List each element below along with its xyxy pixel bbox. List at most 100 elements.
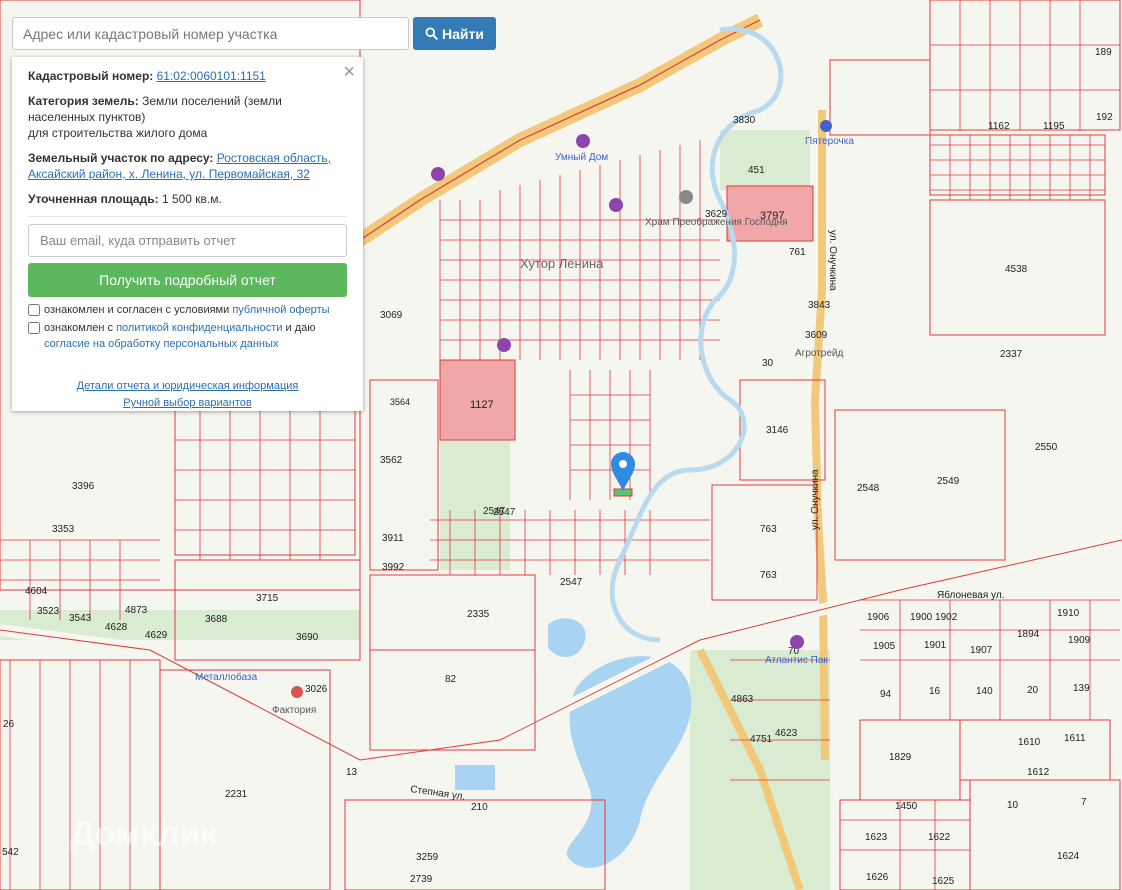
svg-text:3690: 3690 [296,632,319,643]
area-label: Уточненная площадь: [28,192,159,206]
category-use: для строительства жилого дома [28,126,208,140]
search-button[interactable]: Найти [413,17,496,50]
svg-text:1625: 1625 [932,876,955,887]
svg-text:1910: 1910 [1057,608,1080,619]
consent-privacy-checkbox[interactable] [28,322,40,334]
svg-text:2337: 2337 [1000,349,1023,360]
church-icon [679,190,693,204]
svg-text:451: 451 [748,165,765,176]
area-row: Уточненная площадь: 1 500 кв.м. [28,191,347,207]
panel-links: Детали отчета и юридическая информация Р… [28,378,347,412]
store-icon [790,635,804,649]
consent-offer-text: ознакомлен и согласен с условиями [44,304,230,316]
offer-link[interactable]: публичной оферты [232,304,329,316]
svg-text:1624: 1624 [1057,851,1080,862]
svg-text:4863: 4863 [731,694,754,705]
svg-text:4538: 4538 [1005,264,1028,275]
svg-text:1907: 1907 [970,645,993,656]
get-report-button[interactable]: Получить подробный отчет [28,263,347,297]
cadastral-label: Кадастровый номер: [28,69,154,83]
email-field[interactable] [28,224,347,257]
settlement-label: Хутор Ленина [520,256,604,271]
svg-text:4628: 4628 [105,622,128,633]
shop-icon-3 [497,338,511,352]
details-link[interactable]: Детали отчета и юридическая информация [77,380,299,392]
consent-offer: ознакомлен и согласен с условиями публич… [28,302,347,318]
svg-text:2547: 2547 [483,506,506,517]
poi-agrotrade: Агротрейд [795,348,844,359]
manual-choice-link[interactable]: Ручной выбор вариантов [123,397,251,409]
svg-text:2550: 2550 [1035,442,1058,453]
svg-text:4873: 4873 [125,605,148,616]
svg-text:4751: 4751 [750,734,773,745]
svg-text:1626: 1626 [866,872,889,883]
personal-data-link[interactable]: согласие на обработку персональных данны… [44,338,278,350]
svg-text:3629: 3629 [705,209,728,220]
svg-text:26: 26 [3,719,15,730]
cadastral-row: Кадастровый номер: 61:02:0060101:1151 [28,68,347,84]
area-value: 1 500 кв.м. [161,192,222,206]
svg-text:3396: 3396 [72,481,95,492]
svg-text:4623: 4623 [775,728,798,739]
svg-text:1905: 1905 [873,641,896,652]
category-row: Категория земель: Земли поселений (земли… [28,93,347,141]
svg-text:10: 10 [1007,800,1019,811]
svg-text:3026: 3026 [305,684,328,695]
consent-privacy-text2: и даю [285,322,316,334]
svg-text:1909: 1909 [1068,635,1091,646]
svg-text:2549: 2549 [937,476,960,487]
street-onuchkina-2: ул. Онучкина [827,230,838,291]
close-icon[interactable]: × [343,62,355,82]
svg-text:192: 192 [1096,112,1113,123]
svg-text:1612: 1612 [1027,767,1050,778]
svg-text:7: 7 [1081,797,1087,808]
svg-text:3069: 3069 [380,310,403,321]
svg-text:1450: 1450 [895,801,918,812]
svg-text:82: 82 [445,674,457,685]
poi-smart-home: Умный Дом [555,152,608,163]
svg-text:30: 30 [762,358,774,369]
consent-privacy-text: ознакомлен с [44,322,114,334]
svg-text:3843: 3843 [808,300,831,311]
svg-text:210: 210 [471,802,488,813]
svg-text:1622: 1622 [928,832,951,843]
watermark: Домклик [70,815,218,853]
svg-text:3543: 3543 [69,613,92,624]
svg-text:1610: 1610 [1018,737,1041,748]
svg-text:140: 140 [976,686,993,697]
poi-factoria: Фактория [272,705,316,716]
svg-text:189: 189 [1095,47,1112,58]
svg-text:1829: 1829 [889,752,912,763]
search-bar: Найти [12,17,496,50]
consent-offer-checkbox[interactable] [28,304,40,316]
svg-text:139: 139 [1073,683,1090,694]
svg-text:4604: 4604 [25,586,48,597]
svg-text:16: 16 [929,686,941,697]
search-input[interactable] [12,17,409,50]
svg-text:3523: 3523 [37,606,60,617]
svg-text:3992: 3992 [382,562,405,573]
svg-text:761: 761 [789,247,806,258]
svg-text:3564: 3564 [390,397,410,407]
privacy-link[interactable]: политикой конфиденциальности [116,322,282,334]
svg-text:542: 542 [2,847,19,858]
svg-text:1195: 1195 [1043,121,1065,132]
svg-text:3911: 3911 [382,533,404,544]
svg-text:1900 1902: 1900 1902 [910,612,958,623]
address-label: Земельный участок по адресу: [28,151,214,165]
svg-text:1901: 1901 [924,640,947,651]
poi-metallobaza: Металлобаза [195,671,258,683]
svg-text:3353: 3353 [52,524,75,535]
svg-text:2548: 2548 [857,483,880,494]
svg-text:1162: 1162 [988,121,1010,132]
svg-text:3562: 3562 [380,455,403,466]
svg-text:763: 763 [760,570,777,581]
svg-text:2231: 2231 [225,789,248,800]
svg-text:94: 94 [880,689,892,700]
svg-text:1127: 1127 [470,399,494,411]
category-label: Категория земель: [28,94,139,108]
street-onuchkina-1: ул. Онучкина [810,469,821,530]
street-yablonevaya: Яблоневая ул. [937,589,1004,601]
svg-text:3830: 3830 [733,115,756,126]
cadastral-number-link[interactable]: 61:02:0060101:1151 [157,69,266,83]
